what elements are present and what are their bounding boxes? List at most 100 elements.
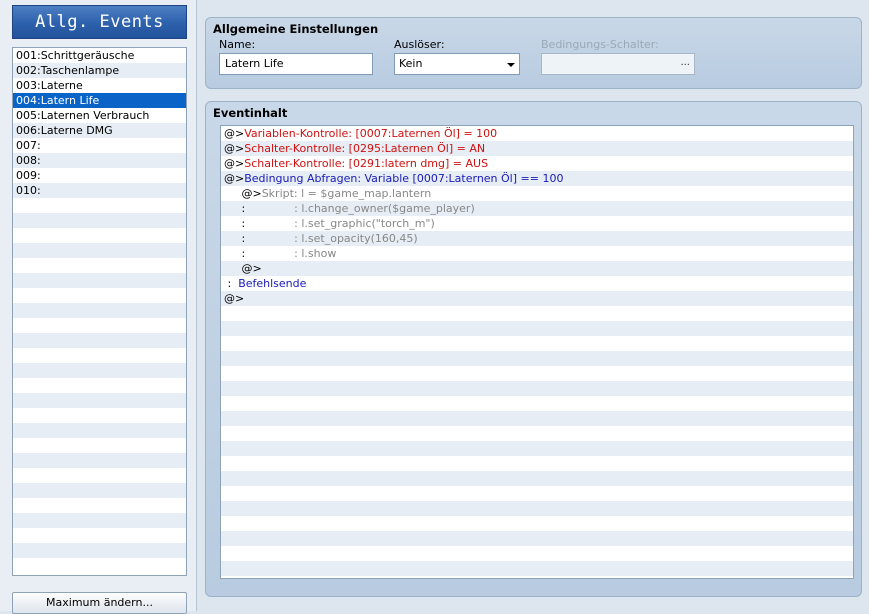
event-list-item[interactable]: 009: <box>13 168 186 183</box>
event-list-empty-row[interactable] <box>13 393 186 408</box>
event-list-empty-row[interactable] <box>13 438 186 453</box>
event-list-empty-row[interactable] <box>13 243 186 258</box>
command-empty-row[interactable] <box>221 411 853 426</box>
event-list-item[interactable]: 008: <box>13 153 186 168</box>
command-row[interactable]: : : l.set_graphic("torch_m") <box>221 216 853 231</box>
command-empty-row[interactable] <box>221 471 853 486</box>
event-list-empty-row[interactable] <box>13 528 186 543</box>
command-text: Skript: l = $game_map.lantern <box>261 187 432 200</box>
event-list-empty-row[interactable] <box>13 303 186 318</box>
name-input[interactable]: Latern Life <box>219 53 373 75</box>
trigger-label: Auslöser: <box>394 38 445 51</box>
event-list-empty-row[interactable] <box>13 453 186 468</box>
command-text: : <box>224 277 239 290</box>
command-empty-row[interactable] <box>221 456 853 471</box>
event-content-group: Eventinhalt @> Variablen-Kontrolle: [0007… <box>205 101 862 597</box>
command-empty-row[interactable] <box>221 441 853 456</box>
command-text: Schalter-Kontrolle: [0291:latern dmg] = … <box>244 157 489 170</box>
command-empty-row[interactable] <box>221 486 853 501</box>
condition-switch-label: Bedingungs-Schalter: <box>541 38 659 51</box>
event-list-empty-row[interactable] <box>13 543 186 558</box>
command-row[interactable]: : : l.change_owner($game_player) <box>221 201 853 216</box>
command-empty-row[interactable] <box>221 561 853 576</box>
command-row[interactable]: @> <box>221 261 853 276</box>
event-list-empty-row[interactable] <box>13 408 186 423</box>
event-list-item[interactable]: 001:Schrittgeräusche <box>13 48 186 63</box>
command-empty-row[interactable] <box>221 516 853 531</box>
command-text: @> <box>224 172 245 185</box>
event-list-empty-row[interactable] <box>13 288 186 303</box>
command-text: : <box>224 217 270 230</box>
command-text: Befehlsende <box>238 277 307 290</box>
command-row[interactable]: : Befehlsende <box>221 276 853 291</box>
command-text: : l.change_owner($game_player) <box>269 202 475 215</box>
event-list-item[interactable]: 006:Laterne DMG <box>13 123 186 138</box>
command-empty-row[interactable] <box>221 306 853 321</box>
command-empty-row[interactable] <box>221 351 853 366</box>
command-empty-row[interactable] <box>221 546 853 561</box>
event-list-empty-row[interactable] <box>13 348 186 363</box>
command-text: : l.set_graphic("torch_m") <box>269 217 435 230</box>
command-text: : <box>224 232 270 245</box>
name-label: Name: <box>219 38 256 51</box>
event-list-item[interactable]: 007: <box>13 138 186 153</box>
command-row[interactable]: @>Schalter-Kontrolle: [0295:Laternen Öl]… <box>221 141 853 156</box>
event-list-empty-row[interactable] <box>13 333 186 348</box>
event-list-item[interactable]: 005:Laternen Verbrauch <box>13 108 186 123</box>
command-text: @> <box>224 292 245 305</box>
command-text: : l.show <box>269 247 337 260</box>
command-text: @> <box>224 187 262 200</box>
command-row[interactable]: @>Skript: l = $game_map.lantern <box>221 186 853 201</box>
command-text: Variablen-Kontrolle: [0007:Laternen Öl] … <box>244 127 498 140</box>
trigger-select[interactable]: Kein <box>394 53 520 75</box>
event-list-item[interactable]: 003:Laterne <box>13 78 186 93</box>
browse-button: ... <box>680 57 690 68</box>
general-settings-group: Allgemeine Einstellungen Name: Latern Li… <box>205 17 862 89</box>
event-list-item[interactable]: 002:Taschenlampe <box>13 63 186 78</box>
command-empty-row[interactable] <box>221 531 853 546</box>
command-text: : l.set_opacity(160,45) <box>269 232 418 245</box>
event-content-title: Eventinhalt <box>213 106 288 120</box>
event-list-empty-row[interactable] <box>13 213 186 228</box>
event-list-empty-row[interactable] <box>13 258 186 273</box>
event-list-empty-row[interactable] <box>13 228 186 243</box>
trigger-select-value: Kein <box>399 57 423 70</box>
event-list-empty-row[interactable] <box>13 363 186 378</box>
list-title: Allg. Events <box>12 5 187 39</box>
event-list-item[interactable]: 004:Latern Life <box>13 93 186 108</box>
command-empty-row[interactable] <box>221 321 853 336</box>
command-row[interactable]: @>Schalter-Kontrolle: [0291:latern dmg] … <box>221 156 853 171</box>
event-list-empty-row[interactable] <box>13 198 186 213</box>
command-empty-row[interactable] <box>221 336 853 351</box>
condition-switch-field: ... <box>541 53 695 75</box>
event-list-empty-row[interactable] <box>13 558 186 573</box>
event-list-empty-row[interactable] <box>13 318 186 333</box>
event-list-empty-row[interactable] <box>13 468 186 483</box>
command-text: @> <box>224 262 262 275</box>
event-list-empty-row[interactable] <box>13 483 186 498</box>
command-empty-row[interactable] <box>221 381 853 396</box>
command-text: @> <box>224 142 245 155</box>
command-text: Bedingung Abfragen: Variable [0007:Later… <box>244 172 564 185</box>
event-list-empty-row[interactable] <box>13 498 186 513</box>
command-row[interactable]: @>Variablen-Kontrolle: [0007:Laternen Öl… <box>221 126 853 141</box>
event-command-list[interactable]: @> Variablen-Kontrolle: [0007:Laternen Öl… <box>220 125 854 579</box>
command-row[interactable]: : : l.set_opacity(160,45) <box>221 231 853 246</box>
event-list-empty-row[interactable] <box>13 423 186 438</box>
command-text: Schalter-Kontrolle: [0295:Laternen Öl] =… <box>244 142 486 155</box>
general-settings-title: Allgemeine Einstellungen <box>213 22 379 36</box>
chevron-down-icon <box>507 63 515 67</box>
command-text: : <box>224 247 270 260</box>
command-empty-row[interactable] <box>221 426 853 441</box>
event-list-empty-row[interactable] <box>13 513 186 528</box>
event-list-empty-row[interactable] <box>13 273 186 288</box>
command-empty-row[interactable] <box>221 501 853 516</box>
event-list-empty-row[interactable] <box>13 378 186 393</box>
event-list-item[interactable]: 010: <box>13 183 186 198</box>
command-empty-row[interactable] <box>221 366 853 381</box>
common-event-list[interactable]: 001:Schrittgeräusche 002:Taschenlampe 003:… <box>12 47 187 576</box>
command-empty-row[interactable] <box>221 396 853 411</box>
command-row[interactable]: @> <box>221 291 853 306</box>
command-row[interactable]: @>Bedingung Abfragen: Variable [0007:Lat… <box>221 171 853 186</box>
command-row[interactable]: : : l.show <box>221 246 853 261</box>
